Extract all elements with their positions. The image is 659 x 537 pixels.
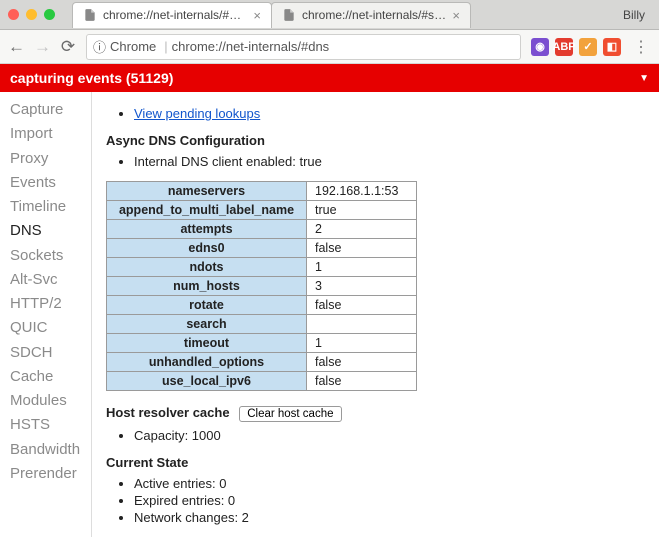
chrome-menu-button[interactable]: ⋮ bbox=[631, 37, 651, 57]
sidebar-item-events[interactable]: Events bbox=[0, 171, 91, 195]
config-value: 3 bbox=[307, 277, 417, 296]
browser-tab[interactable]: chrome://net-internals/#socke × bbox=[271, 2, 471, 28]
config-value bbox=[307, 315, 417, 334]
sidebar-item-alt-svc[interactable]: Alt-Svc bbox=[0, 268, 91, 292]
minimize-window-icon[interactable] bbox=[26, 9, 37, 20]
config-value: false bbox=[307, 296, 417, 315]
sidebar-item-sockets[interactable]: Sockets bbox=[0, 244, 91, 268]
window-titlebar: chrome://net-internals/#dns×chrome://net… bbox=[0, 0, 659, 30]
config-key: use_local_ipv6 bbox=[107, 372, 307, 391]
sidebar-item-import[interactable]: Import bbox=[0, 122, 91, 146]
dns-config-table: nameservers192.168.1.1:53append_to_multi… bbox=[106, 181, 417, 391]
config-key: ndots bbox=[107, 258, 307, 277]
extension-icon[interactable]: ✓ bbox=[579, 38, 597, 56]
omnibox[interactable]: ⓘ Chrome | chrome://net-internals/#dns bbox=[86, 34, 521, 60]
sidebar-item-prerender[interactable]: Prerender bbox=[0, 462, 91, 486]
capacity-text: Capacity: 1000 bbox=[134, 428, 645, 443]
internal-dns-client-text: Internal DNS client enabled: true bbox=[134, 154, 645, 169]
resolver-cache-heading: Host resolver cache bbox=[106, 405, 230, 420]
extension-icon[interactable]: ◉ bbox=[531, 38, 549, 56]
config-key: append_to_multi_label_name bbox=[107, 201, 307, 220]
config-value: 1 bbox=[307, 258, 417, 277]
tab-strip: chrome://net-internals/#dns×chrome://net… bbox=[72, 2, 617, 28]
state-item: Active entries: 0 bbox=[134, 476, 645, 491]
config-key: edns0 bbox=[107, 239, 307, 258]
current-state-heading: Current State bbox=[106, 455, 645, 470]
extension-icon[interactable]: ABP bbox=[555, 38, 573, 56]
capture-status-text: capturing events (51129) bbox=[10, 70, 173, 86]
profile-badge[interactable]: Billy bbox=[617, 6, 651, 24]
config-key: nameservers bbox=[107, 182, 307, 201]
pending-lookups-link[interactable]: View pending lookups bbox=[134, 106, 260, 121]
url-scheme-chip: Chrome bbox=[110, 39, 156, 54]
chevron-down-icon[interactable]: ▼ bbox=[639, 73, 649, 84]
close-tab-icon[interactable]: × bbox=[253, 8, 261, 23]
async-dns-heading: Async DNS Configuration bbox=[106, 133, 645, 148]
current-state-list: Active entries: 0 Expired entries: 0 Netwo… bbox=[106, 476, 645, 525]
config-key: timeout bbox=[107, 334, 307, 353]
sidebar-item-proxy[interactable]: Proxy bbox=[0, 147, 91, 171]
config-value: true bbox=[307, 201, 417, 220]
capture-status-banner[interactable]: capturing events (51129) ▼ bbox=[0, 64, 659, 92]
back-button[interactable]: ← bbox=[8, 37, 24, 57]
sidebar-item-modules[interactable]: Modules bbox=[0, 389, 91, 413]
close-tab-icon[interactable]: × bbox=[452, 8, 460, 23]
sidebar-item-hsts[interactable]: HSTS bbox=[0, 413, 91, 437]
config-value: false bbox=[307, 239, 417, 258]
reload-button[interactable]: ⟳ bbox=[60, 37, 76, 57]
site-info-icon[interactable]: ⓘ bbox=[93, 37, 106, 56]
forward-button[interactable]: → bbox=[34, 37, 50, 57]
url-text: chrome://net-internals/#dns bbox=[172, 39, 330, 54]
config-key: search bbox=[107, 315, 307, 334]
tab-title: chrome://net-internals/#dns bbox=[103, 8, 247, 22]
sidebar-item-dns[interactable]: DNS bbox=[0, 219, 91, 243]
dns-panel: View pending lookups Async DNS Configura… bbox=[92, 92, 659, 537]
sidebar-item-cache[interactable]: Cache bbox=[0, 365, 91, 389]
category-sidebar: CaptureImportProxyEventsTimelineDNSSocke… bbox=[0, 92, 92, 537]
sidebar-item-capture[interactable]: Capture bbox=[0, 98, 91, 122]
browser-tab[interactable]: chrome://net-internals/#dns × bbox=[72, 2, 272, 28]
extension-icon[interactable]: ◧ bbox=[603, 38, 621, 56]
config-value: 1 bbox=[307, 334, 417, 353]
extensions-area: ◉ ABP ✓ ◧ bbox=[531, 38, 621, 56]
config-key: unhandled_options bbox=[107, 353, 307, 372]
tab-title: chrome://net-internals/#socke bbox=[302, 8, 446, 22]
browser-toolbar: ← → ⟳ ⓘ Chrome | chrome://net-internals/… bbox=[0, 30, 659, 64]
config-value: 192.168.1.1:53 bbox=[307, 182, 417, 201]
sidebar-item-quic[interactable]: QUIC bbox=[0, 316, 91, 340]
state-item: Network changes: 2 bbox=[134, 510, 645, 525]
config-value: 2 bbox=[307, 220, 417, 239]
config-value: false bbox=[307, 353, 417, 372]
sidebar-item-sdch[interactable]: SDCH bbox=[0, 341, 91, 365]
config-key: num_hosts bbox=[107, 277, 307, 296]
sidebar-item-bandwidth[interactable]: Bandwidth bbox=[0, 438, 91, 462]
sidebar-item-timeline[interactable]: Timeline bbox=[0, 195, 91, 219]
clear-host-cache-button[interactable]: Clear host cache bbox=[239, 406, 341, 422]
config-key: attempts bbox=[107, 220, 307, 239]
config-key: rotate bbox=[107, 296, 307, 315]
sidebar-item-http-2[interactable]: HTTP/2 bbox=[0, 292, 91, 316]
state-item: Expired entries: 0 bbox=[134, 493, 645, 508]
page-icon bbox=[282, 8, 296, 22]
config-value: false bbox=[307, 372, 417, 391]
close-window-icon[interactable] bbox=[8, 9, 19, 20]
zoom-window-icon[interactable] bbox=[44, 9, 55, 20]
page-icon bbox=[83, 8, 97, 22]
